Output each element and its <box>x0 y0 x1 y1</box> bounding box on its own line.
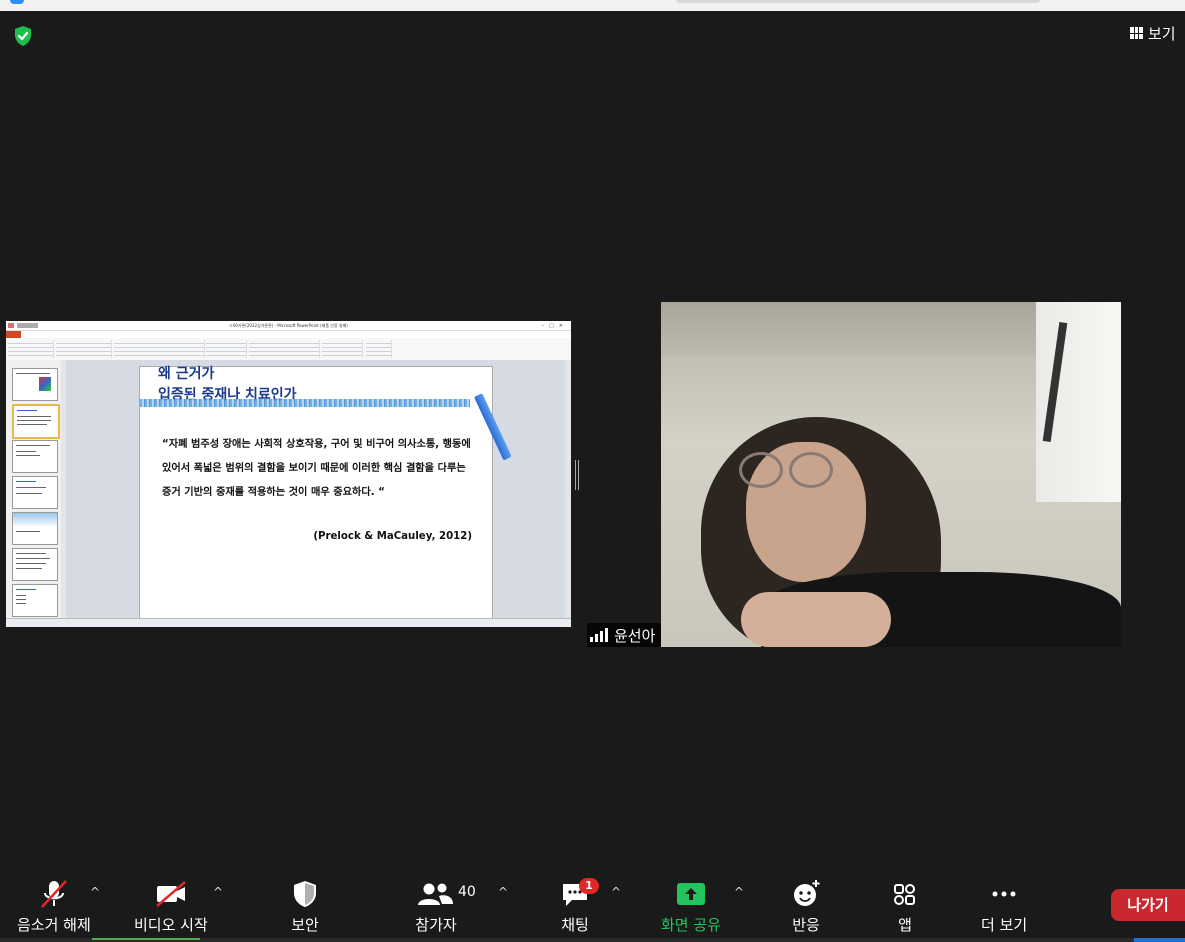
unmute-label: 음소거 해제 <box>17 916 91 934</box>
participants-options-caret[interactable]: ^ <box>498 885 508 899</box>
share-options-caret[interactable]: ^ <box>734 885 744 899</box>
participants-button[interactable]: 참가자 <box>415 878 457 935</box>
participants-count: 40 <box>458 884 476 900</box>
ppt-ribbon <box>6 338 571 361</box>
taskbar-strip <box>0 938 1185 942</box>
slide-scrollbar <box>565 360 571 619</box>
emoji-add-icon <box>790 878 822 910</box>
top-tab-chip <box>676 0 1040 3</box>
ribbon-group-arrange <box>322 340 363 358</box>
ribbon-group-slides <box>56 340 112 358</box>
slide-thumbnail-selected <box>12 404 60 439</box>
pencil-decoration-icon <box>474 393 512 461</box>
video-off-icon <box>154 878 188 910</box>
shared-screen: ㅁ00가론(2022심가룬론) - Microsoft PowerPoint (… <box>6 321 571 627</box>
participant-name-tag: 윤선아 <box>587 623 662 647</box>
ppt-status-bar <box>6 618 571 627</box>
video-options-caret[interactable]: ^ <box>213 885 223 899</box>
view-label: 보기 <box>1148 24 1176 43</box>
chat-unread-badge: 1 <box>579 878 599 894</box>
slide-quote: “자폐 범주성 장애는 사회적 상호작용, 구어 및 비구어 의사소통, 행동에… <box>162 439 471 498</box>
participant-video <box>661 302 1121 647</box>
participants-icon <box>415 878 457 910</box>
top-strip <box>0 0 1185 11</box>
chat-options-caret[interactable]: ^ <box>611 885 621 899</box>
audio-options-caret[interactable]: ^ <box>90 885 100 899</box>
chat-label: 채팅 <box>561 916 589 934</box>
share-screen-icon <box>675 878 707 910</box>
ppt-window-title: ㅁ00가론(2022심가룬론) - Microsoft PowerPoint (… <box>229 323 348 328</box>
quick-access-toolbar <box>8 323 38 328</box>
ribbon-group-drawing <box>249 340 320 358</box>
security-label: 보안 <box>291 916 319 934</box>
apps-button[interactable]: 앱 <box>892 878 918 935</box>
thumbnail-scrollbar <box>61 360 66 619</box>
app-logo-icon <box>10 0 24 4</box>
more-label: 더 보기 <box>981 916 1028 934</box>
more-button[interactable]: 더 보기 <box>981 878 1027 935</box>
share-screen-label: 화면 공유 <box>661 916 721 934</box>
file-tab <box>6 331 21 338</box>
slide-thumbnail <box>12 548 58 581</box>
leave-meeting-button[interactable]: 나가기 <box>1111 889 1185 921</box>
share-screen-button[interactable]: 화면 공유 <box>661 878 721 935</box>
slide-thumbnail <box>12 584 58 617</box>
ribbon-group-font <box>114 340 205 358</box>
reactions-label: 반응 <box>792 916 820 934</box>
ppt-workspace: 왜 근거가 입증된 중재나 치료인가 “자폐 범주성 장애는 사회적 상호작용,… <box>6 360 571 622</box>
signal-strength-icon <box>590 628 608 642</box>
more-dots-icon <box>989 878 1019 910</box>
ppt-menu-bar <box>6 331 571 338</box>
grid-view-icon <box>1130 27 1143 39</box>
apps-label: 앱 <box>898 916 912 934</box>
slide-thumbnail <box>12 476 58 509</box>
slide-citation: (Prelock & MaCauley, 2012) <box>313 531 472 542</box>
start-video-label: 비디오 시작 <box>134 916 208 934</box>
slide-thumbnail <box>12 440 58 473</box>
slide-thumbnail <box>12 512 58 545</box>
split-view-drag-handle[interactable] <box>575 460 581 490</box>
current-slide: 왜 근거가 입증된 중재나 치료인가 “자폐 범주성 장애는 사회적 상호작용,… <box>139 366 512 622</box>
ppt-title-bar: ㅁ00가론(2022심가룬론) - Microsoft PowerPoint (… <box>6 321 571 331</box>
slide-decorative-band <box>140 399 470 407</box>
view-button[interactable]: 보기 <box>1130 20 1185 46</box>
shield-check-icon <box>15 26 31 46</box>
slide-thumbnail <box>12 368 58 401</box>
apps-icon <box>892 878 918 910</box>
security-status-button[interactable] <box>11 24 35 48</box>
ribbon-group-paragraph <box>206 340 247 358</box>
ribbon-group-editing <box>366 340 392 358</box>
start-video-button[interactable]: 비디오 시작 <box>134 878 208 935</box>
slide-title-line1: 왜 근거가 <box>158 366 215 382</box>
mic-muted-icon <box>37 878 71 910</box>
slide-thumbnails <box>6 360 62 619</box>
ribbon-group-clipboard <box>8 340 54 358</box>
participant-name: 윤선아 <box>614 626 656 645</box>
shield-icon <box>290 878 320 910</box>
participants-label: 참가자 <box>415 916 457 934</box>
unmute-button[interactable]: 음소거 해제 <box>17 878 91 935</box>
security-button[interactable]: 보안 <box>290 878 320 935</box>
reactions-button[interactable]: 반응 <box>790 878 822 935</box>
window-controls: –□✕ <box>541 323 568 329</box>
